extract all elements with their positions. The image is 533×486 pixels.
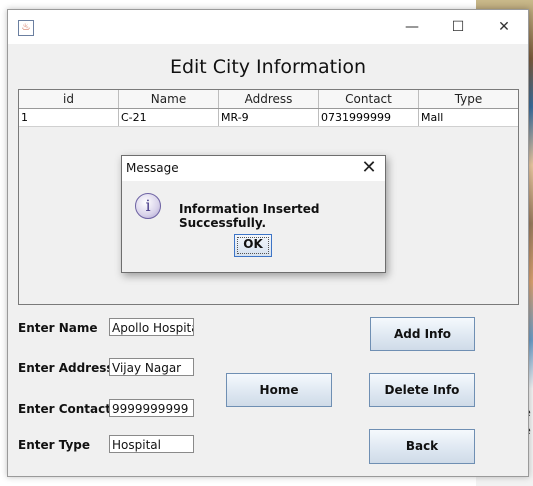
address-label: Enter Address xyxy=(18,361,114,375)
cell-address[interactable]: MR-9 xyxy=(219,109,319,126)
close-button[interactable]: ✕ xyxy=(489,16,519,38)
back-button[interactable]: Back xyxy=(369,429,475,464)
column-header-id[interactable]: id xyxy=(19,90,119,108)
maximize-button[interactable]: ☐ xyxy=(443,16,473,38)
name-label: Enter Name xyxy=(18,321,98,335)
column-header-type[interactable]: Type xyxy=(419,90,518,108)
minimize-button[interactable]: — xyxy=(397,16,427,38)
type-label: Enter Type xyxy=(18,438,91,452)
page-title: Edit City Information xyxy=(169,56,367,78)
table-header: id Name Address Contact Type xyxy=(19,90,518,109)
title-bar[interactable]: ♨ — ☐ ✕ xyxy=(8,10,528,44)
info-icon: i xyxy=(135,193,161,219)
dialog-title: Message xyxy=(126,161,179,175)
cell-contact[interactable]: 0731999999 xyxy=(319,109,419,126)
home-button[interactable]: Home xyxy=(226,373,332,407)
table-row[interactable]: 1 C-21 MR-9 0731999999 Mall xyxy=(19,109,518,127)
ok-button[interactable]: OK xyxy=(234,234,272,257)
column-header-name[interactable]: Name xyxy=(119,90,219,108)
dialog-message: Information Inserted Successfully. xyxy=(179,202,320,230)
column-header-address[interactable]: Address xyxy=(219,90,319,108)
column-header-contact[interactable]: Contact xyxy=(319,90,419,108)
type-field[interactable]: Hospital xyxy=(109,435,194,453)
contact-label: Enter Contact xyxy=(18,402,111,416)
dialog-close-icon[interactable]: ✕ xyxy=(359,158,379,178)
dialog-title-bar[interactable]: Message ✕ xyxy=(122,156,385,181)
address-field[interactable]: Vijay Nagar xyxy=(109,358,194,376)
contact-field[interactable]: 9999999999 xyxy=(109,399,194,417)
cell-id[interactable]: 1 xyxy=(19,109,119,126)
add-info-button[interactable]: Add Info xyxy=(370,317,475,351)
java-cup-icon: ♨ xyxy=(18,20,34,36)
name-field[interactable]: Apollo Hospital xyxy=(109,318,194,336)
message-dialog: Message ✕ i Information Inserted Success… xyxy=(121,155,386,273)
cell-type[interactable]: Mall xyxy=(419,109,518,126)
cell-name[interactable]: C-21 xyxy=(119,109,219,126)
delete-info-button[interactable]: Delete Info xyxy=(369,373,475,407)
ok-focus-ring xyxy=(237,237,269,254)
